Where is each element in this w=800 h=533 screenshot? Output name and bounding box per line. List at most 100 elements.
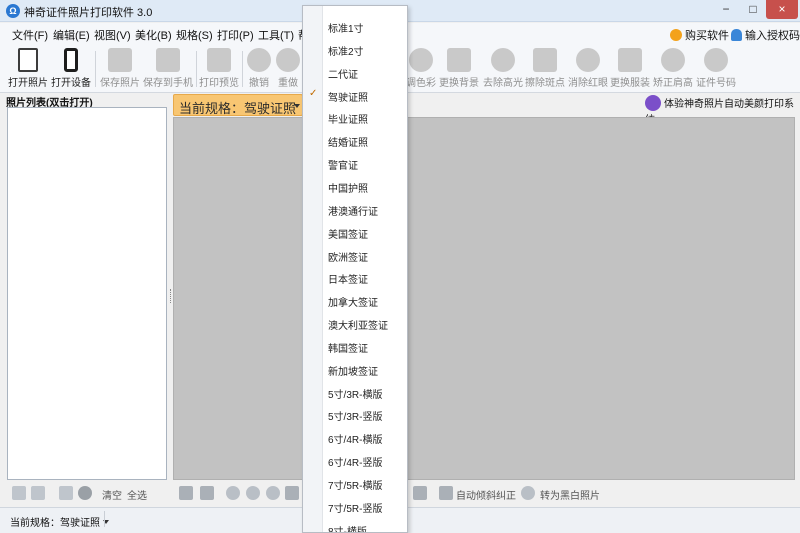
spec-option[interactable]: 毕业证照 — [303, 106, 407, 128]
spec-option[interactable]: 7寸/5R-竖版 — [303, 495, 407, 517]
spec-option[interactable]: 7寸/5R-横版 — [303, 472, 407, 494]
spec-option[interactable]: 5寸/3R-横版 — [303, 381, 407, 403]
redo-button[interactable]: 重做 — [276, 48, 300, 89]
spec-option[interactable]: 8寸-横版 — [303, 518, 407, 532]
correct-shoulder-button[interactable]: 矫正肩高 — [652, 48, 694, 89]
spec-option[interactable]: 结婚证照 — [303, 129, 407, 151]
status-spec[interactable]: 当前规格：驾驶证照 — [10, 514, 109, 529]
spec-option[interactable]: 标准1寸 — [303, 15, 407, 37]
spec-option[interactable]: 欧洲签证 — [303, 244, 407, 266]
spec-option-label: 新加坡签证 — [328, 366, 378, 378]
menu-tools[interactable]: 工具(T) — [258, 27, 294, 43]
spec-option-label: 6寸/4R-竖版 — [328, 458, 383, 470]
select-all-button[interactable]: 全选 — [127, 487, 147, 502]
remove-red-eye-label: 消除红眼 — [568, 78, 608, 89]
spec-option[interactable]: 韩国签证 — [303, 335, 407, 357]
move-down-icon[interactable] — [31, 486, 45, 500]
spec-option[interactable]: 二代证 — [303, 61, 407, 83]
photo-canvas[interactable] — [173, 117, 795, 480]
save-photo-button[interactable]: 保存照片 — [99, 48, 141, 89]
spec-option[interactable]: 美国签证 — [303, 221, 407, 243]
current-spec-label: 当前规格：驾驶证照 — [179, 101, 297, 116]
enter-license-button[interactable]: 输入授权码 — [731, 27, 800, 43]
status-spec-label: 当前规格：驾驶证照 — [10, 518, 100, 529]
save-icon — [108, 48, 132, 72]
spec-option[interactable]: 澳大利亚签证 — [303, 312, 407, 334]
auto-tilt-icon[interactable] — [439, 486, 453, 500]
id-number-button[interactable]: 证件号码 — [695, 48, 737, 89]
open-device-label: 打开设备 — [51, 78, 91, 89]
spec-option[interactable]: 中国护照 — [303, 175, 407, 197]
erase-spots-button[interactable]: 擦除斑点 — [524, 48, 566, 89]
adjust-color-button[interactable]: 调色彩 — [406, 48, 436, 89]
window-title: 神奇证件照片打印软件 3.0 — [24, 7, 153, 19]
spec-option[interactable]: 5寸/3R-竖版 — [303, 403, 407, 425]
spec-option-label: 日本签证 — [328, 275, 368, 287]
spec-dropdown-menu: 标准1寸 标准2寸 二代证 ✓ 驾驶证照 毕业证照 结婚证照 警官证 中国护照 港澳通行证 美国签证… — [302, 5, 408, 533]
delete-icon[interactable] — [59, 486, 73, 500]
change-background-button[interactable]: 更换背景 — [438, 48, 480, 89]
print-preview-label: 打印预览 — [199, 78, 239, 89]
menu-spec[interactable]: 规格(S) — [176, 27, 213, 43]
spec-option[interactable]: 日本签证 — [303, 266, 407, 288]
remove-highlight-label: 去除高光 — [483, 78, 523, 89]
clear-button[interactable]: 清空 — [102, 487, 122, 502]
menu-file[interactable]: 文件(F) — [12, 27, 48, 43]
zoom-out-icon[interactable] — [246, 486, 260, 500]
spec-option[interactable]: 6寸/4R-横版 — [303, 426, 407, 448]
minimize-button[interactable]: − — [713, 0, 739, 19]
fullscreen-icon[interactable] — [285, 486, 299, 500]
to-black-white-button[interactable]: 转为黑白照片 — [540, 487, 600, 502]
open-photo-icon — [18, 48, 38, 72]
redo-icon — [276, 48, 300, 72]
menu-view[interactable]: 视图(V) — [94, 27, 131, 43]
next-icon[interactable] — [200, 486, 214, 500]
checkmark-icon: ✓ — [309, 87, 318, 99]
phone-icon — [64, 48, 78, 72]
open-photo-button[interactable]: 打开照片 — [8, 48, 48, 89]
zoom-in-icon[interactable] — [226, 486, 240, 500]
remove-highlight-button[interactable]: 去除高光 — [482, 48, 524, 89]
spec-option[interactable]: 港澳通行证 — [303, 198, 407, 220]
spec-option[interactable]: ✓ 驾驶证照 — [303, 84, 407, 106]
remove-icon[interactable] — [78, 486, 92, 500]
auto-tilt-correct-button[interactable]: 自动倾斜纠正 — [456, 487, 516, 502]
change-clothes-button[interactable]: 更换服装 — [609, 48, 651, 89]
undo-icon — [247, 48, 271, 72]
photo-list[interactable] — [7, 107, 167, 480]
enter-license-label: 输入授权码 — [745, 30, 800, 42]
rotate-icon[interactable] — [413, 486, 427, 500]
spec-option-label: 6寸/4R-横版 — [328, 435, 383, 447]
undo-label: 撤销 — [249, 78, 269, 89]
print-preview-button[interactable]: 打印预览 — [199, 48, 239, 89]
spec-option[interactable]: 警官证 — [303, 152, 407, 174]
previous-icon[interactable] — [179, 486, 193, 500]
spec-option-label: 加拿大签证 — [328, 298, 378, 310]
remove-red-eye-button[interactable]: 消除红眼 — [567, 48, 609, 89]
spec-option-label: 澳大利亚签证 — [328, 321, 388, 333]
open-device-button[interactable]: 打开设备 — [51, 48, 91, 89]
spec-option[interactable]: 6寸/4R-竖版 — [303, 449, 407, 471]
move-up-icon[interactable] — [12, 486, 26, 500]
heart-icon — [670, 29, 682, 41]
menu-edit[interactable]: 编辑(E) — [53, 27, 90, 43]
user-icon[interactable] — [521, 486, 535, 500]
shoulder-icon — [661, 48, 685, 72]
spec-option-label: 韩国签证 — [328, 343, 368, 355]
spec-option[interactable]: 标准2寸 — [303, 38, 407, 60]
spec-option[interactable]: 加拿大签证 — [303, 289, 407, 311]
buy-software-button[interactable]: 购买软件 — [670, 27, 729, 43]
menu-print[interactable]: 打印(P) — [217, 27, 254, 43]
promo-link[interactable]: 体验神奇照片自动美颜打印系统 — [645, 95, 800, 126]
undo-button[interactable]: 撤销 — [246, 48, 272, 89]
close-button[interactable]: × — [766, 0, 798, 19]
zoom-fit-icon[interactable] — [266, 486, 280, 500]
toolbar-divider — [242, 51, 243, 87]
save-to-phone-icon — [156, 48, 180, 72]
maximize-button[interactable]: □ — [740, 0, 766, 19]
save-to-phone-button[interactable]: 保存到手机 — [142, 48, 194, 89]
current-spec-selector[interactable]: 当前规格：驾驶证照 — [173, 94, 303, 116]
menu-beautify[interactable]: 美化(B) — [135, 27, 172, 43]
eraser-icon — [533, 48, 557, 72]
spec-option[interactable]: 新加坡签证 — [303, 358, 407, 380]
